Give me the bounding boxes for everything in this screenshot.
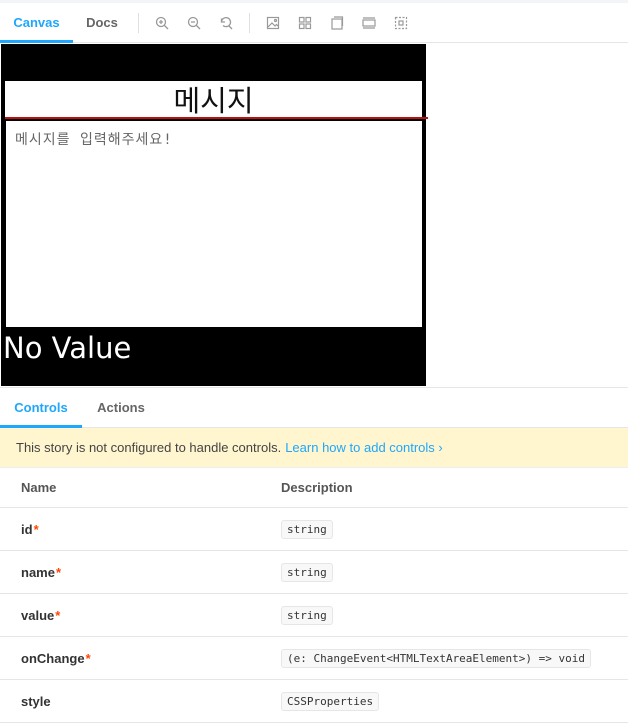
column-header-name: Name [21, 480, 57, 495]
reset-zoom-icon[interactable] [210, 3, 242, 43]
prop-name-text: style [21, 693, 51, 709]
prop-name: id * [21, 508, 39, 550]
measure-icon[interactable] [353, 3, 385, 43]
prop-name: value * [21, 594, 60, 636]
prop-type: string [281, 519, 333, 539]
image-background-icon[interactable] [257, 3, 289, 43]
canvas-preview: 메시지 No Value [0, 44, 628, 387]
column-header-description: Description [281, 480, 353, 495]
message-title: 메시지 [5, 81, 422, 119]
underline-extension [421, 117, 428, 119]
addons-panel-tabs: Controls Actions [0, 387, 628, 428]
zoom-out-icon[interactable] [178, 3, 210, 43]
toolbar-divider [138, 12, 139, 33]
table-row: style CSSProperties [0, 680, 628, 723]
prop-description: string [281, 594, 333, 636]
table-row: value * string [0, 594, 628, 637]
tab-controls[interactable]: Controls [0, 388, 82, 428]
viewport-icon[interactable] [321, 3, 353, 43]
table-row: name * string [0, 551, 628, 594]
tab-docs[interactable]: Docs [73, 3, 131, 43]
table-row: onChange * (e: ChangeEvent<HTMLTextAreaEl… [0, 637, 628, 680]
outline-icon[interactable] [385, 3, 417, 43]
prop-name: name * [21, 551, 61, 593]
learn-controls-link[interactable]: Learn how to add controls › [285, 440, 443, 455]
required-marker: * [33, 521, 39, 537]
prop-name-text: id [21, 521, 33, 537]
tab-canvas[interactable]: Canvas [0, 3, 73, 43]
prop-name-text: onChange [21, 650, 85, 666]
grid-icon[interactable] [289, 3, 321, 43]
zoom-in-icon[interactable] [146, 3, 178, 43]
prop-name-text: value [21, 607, 55, 623]
table-header: Name Description [0, 468, 628, 508]
required-marker: * [55, 564, 62, 580]
required-marker: * [85, 650, 91, 666]
controls-notice: This story is not configured to handle c… [0, 428, 628, 468]
notice-text: This story is not configured to handle c… [16, 440, 282, 455]
prop-name: onChange * [21, 637, 91, 679]
top-toolbar: Canvas Docs [0, 0, 628, 43]
prop-name-text: name [21, 564, 55, 580]
prop-description: string [281, 508, 333, 550]
message-textarea[interactable] [6, 121, 422, 327]
args-table: Name Description id * string name * string… [0, 468, 628, 723]
prop-type: (e: ChangeEvent<HTMLTextAreaElement>) =>… [281, 648, 592, 668]
table-row: id * string [0, 508, 628, 551]
prop-description: string [281, 551, 333, 593]
required-marker: * [55, 607, 61, 623]
value-display: No Value [3, 331, 132, 365]
prop-type: string [281, 605, 333, 625]
toolbar-divider [249, 12, 250, 33]
tab-actions[interactable]: Actions [82, 388, 160, 428]
prop-type: string [281, 562, 333, 582]
prop-type: CSSProperties [281, 691, 380, 711]
prop-description: (e: ChangeEvent<HTMLTextAreaElement>) =>… [281, 637, 592, 679]
component-container: 메시지 No Value [1, 44, 426, 386]
